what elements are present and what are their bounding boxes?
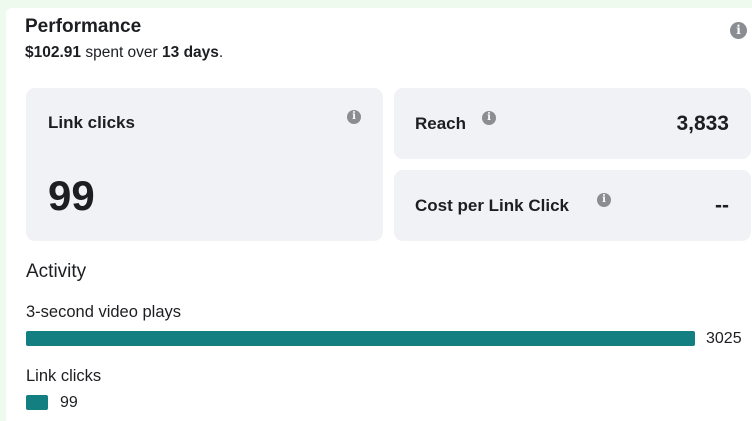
cost-per-link-click-label: Cost per Link Click — [415, 196, 569, 215]
activity-row-label: 3-second video plays — [26, 303, 182, 321]
spend-amount: $102.91 — [25, 44, 82, 61]
activity-bar-value: 99 — [60, 394, 78, 411]
spend-summary: $102.91 spent over 13 days. — [25, 44, 223, 62]
reach-label: Reach — [415, 114, 467, 133]
spend-summary-text: spent over — [81, 44, 163, 61]
link-clicks-card: Link clicks i 99 — [26, 88, 383, 241]
info-icon[interactable]: i — [482, 111, 496, 125]
cost-per-link-click-value: -- — [715, 194, 729, 217]
link-clicks-value: 99 — [48, 172, 95, 219]
page-title: Performance — [25, 16, 142, 37]
activity-bar-link-clicks — [26, 395, 48, 410]
activity-row-label: Link clicks — [26, 367, 102, 385]
activity-title: Activity — [26, 261, 87, 282]
activity-bar-value: 3025 — [706, 330, 742, 347]
info-icon[interactable]: i — [597, 193, 611, 207]
spend-summary-end: . — [218, 44, 224, 61]
reach-card: Reach i 3,833 — [394, 88, 751, 159]
info-icon[interactable]: i — [730, 22, 747, 39]
link-clicks-label: Link clicks — [48, 113, 135, 132]
reach-value: 3,833 — [676, 112, 729, 135]
activity-bar-video-plays — [26, 331, 695, 346]
cost-per-link-click-card: Cost per Link Click i -- — [394, 170, 751, 241]
spend-days: 13 days — [162, 44, 219, 61]
info-icon[interactable]: i — [347, 110, 361, 124]
